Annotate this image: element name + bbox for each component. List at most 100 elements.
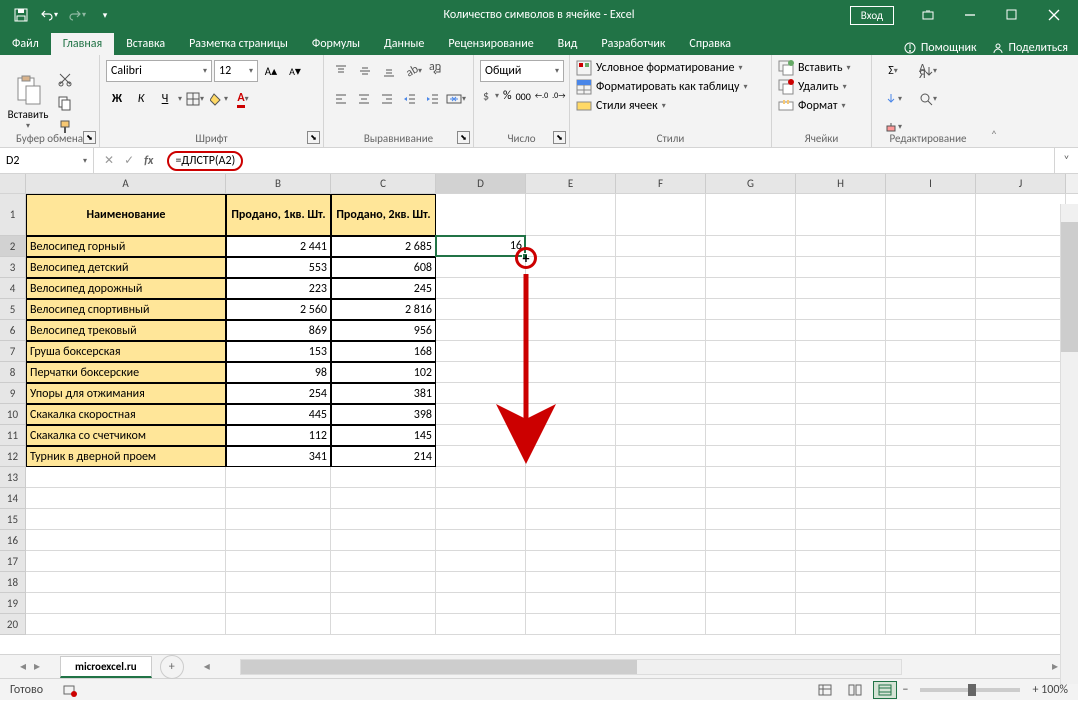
cell[interactable] — [886, 341, 976, 362]
cell[interactable] — [436, 194, 526, 236]
dialog-launcher-icon[interactable]: ⬊ — [83, 131, 96, 144]
vertical-scrollbar[interactable] — [1060, 204, 1078, 684]
cell[interactable] — [616, 509, 706, 530]
row-header[interactable]: 5 — [0, 299, 26, 320]
cell[interactable] — [796, 236, 886, 257]
cell[interactable]: 102 — [331, 362, 436, 383]
cell[interactable] — [886, 299, 976, 320]
ribbon-options-icon[interactable] — [908, 0, 948, 30]
row-header[interactable]: 20 — [0, 614, 26, 635]
column-header[interactable]: H — [796, 174, 886, 193]
cell[interactable] — [976, 278, 1066, 299]
row-header[interactable]: 19 — [0, 593, 26, 614]
cell[interactable] — [331, 593, 436, 614]
cell[interactable]: 398 — [331, 404, 436, 425]
cell[interactable] — [226, 593, 331, 614]
cell[interactable] — [796, 614, 886, 635]
cell[interactable] — [976, 320, 1066, 341]
align-left-icon[interactable] — [330, 88, 351, 110]
cell[interactable] — [886, 194, 976, 236]
tab-главная[interactable]: Главная — [51, 33, 114, 55]
spreadsheet-grid[interactable]: ABCDEFGHIJ 1НаименованиеПродано, 1кв. Шт… — [0, 174, 1078, 654]
cell[interactable] — [436, 257, 526, 278]
tab-данные[interactable]: Данные — [372, 33, 436, 55]
cell[interactable] — [616, 551, 706, 572]
cell[interactable] — [331, 551, 436, 572]
conditional-formatting-button[interactable]: Условное форматирование▾ — [576, 60, 765, 76]
column-header[interactable]: B — [226, 174, 331, 193]
format-cells-button[interactable]: Формат▾ — [778, 98, 865, 114]
cell[interactable] — [886, 362, 976, 383]
cell[interactable] — [26, 551, 226, 572]
cell[interactable]: 16 — [436, 236, 526, 257]
row-header[interactable]: 3 — [0, 257, 26, 278]
cell[interactable] — [886, 425, 976, 446]
row-header[interactable]: 15 — [0, 509, 26, 530]
cell[interactable]: Велосипед спортивный — [26, 299, 226, 320]
row-header[interactable]: 4 — [0, 278, 26, 299]
cell[interactable] — [976, 425, 1066, 446]
signin-button[interactable]: Вход — [850, 6, 894, 25]
page-break-view-icon[interactable] — [873, 681, 897, 699]
cell[interactable]: Упоры для отжимания — [26, 383, 226, 404]
cell[interactable] — [526, 551, 616, 572]
cell[interactable] — [526, 614, 616, 635]
tab-формулы[interactable]: Формулы — [300, 33, 372, 55]
cell[interactable] — [706, 383, 796, 404]
cell[interactable] — [526, 572, 616, 593]
cell[interactable] — [886, 488, 976, 509]
cell[interactable]: 214 — [331, 446, 436, 467]
cell[interactable] — [796, 383, 886, 404]
cell[interactable] — [796, 593, 886, 614]
increase-decimal-icon[interactable]: ←.0 — [534, 85, 549, 107]
undo-icon[interactable]: ▾ — [36, 2, 62, 28]
cell[interactable] — [616, 446, 706, 467]
decrease-decimal-icon[interactable]: .0→ — [551, 85, 566, 107]
cell[interactable] — [796, 425, 886, 446]
cancel-formula-icon[interactable]: ✕ — [104, 153, 114, 168]
column-header[interactable]: J — [976, 174, 1066, 193]
column-header[interactable]: G — [706, 174, 796, 193]
sheet-tab-active[interactable]: microexcel.ru — [60, 656, 152, 678]
cell[interactable] — [526, 320, 616, 341]
cell[interactable] — [796, 257, 886, 278]
share-button[interactable]: Поделиться — [991, 41, 1068, 55]
cell[interactable]: Велосипед горный — [26, 236, 226, 257]
cell[interactable] — [706, 446, 796, 467]
row-header[interactable]: 7 — [0, 341, 26, 362]
cell[interactable] — [706, 194, 796, 236]
cell[interactable] — [976, 404, 1066, 425]
cell[interactable] — [226, 467, 331, 488]
cell[interactable] — [616, 194, 706, 236]
number-format-select[interactable]: Общий▾ — [480, 60, 564, 82]
cell[interactable] — [436, 593, 526, 614]
cell[interactable] — [706, 467, 796, 488]
tab-рецензирование[interactable]: Рецензирование — [436, 33, 545, 55]
cell[interactable]: Скакалка со счетчиком — [26, 425, 226, 446]
cell[interactable] — [886, 467, 976, 488]
cell[interactable] — [526, 236, 616, 257]
column-header[interactable]: F — [616, 174, 706, 193]
cell[interactable] — [26, 467, 226, 488]
fill-color-icon[interactable]: ▾ — [208, 88, 230, 110]
cell[interactable] — [796, 362, 886, 383]
underline-button[interactable]: Ч — [154, 88, 176, 110]
cell[interactable]: Наименование — [26, 194, 226, 236]
cell[interactable] — [796, 299, 886, 320]
increase-font-icon[interactable]: A▴ — [260, 60, 282, 82]
merge-center-icon[interactable]: ▾ — [445, 88, 467, 110]
italic-button[interactable]: К — [130, 88, 152, 110]
cell[interactable] — [796, 404, 886, 425]
cell[interactable]: 341 — [226, 446, 331, 467]
cell[interactable]: 112 — [226, 425, 331, 446]
cell[interactable]: 869 — [226, 320, 331, 341]
cell[interactable] — [436, 509, 526, 530]
row-header[interactable]: 10 — [0, 404, 26, 425]
cell[interactable] — [26, 488, 226, 509]
cell[interactable] — [796, 572, 886, 593]
delete-cells-button[interactable]: Удалить▾ — [778, 79, 865, 95]
fx-icon[interactable]: fx — [144, 154, 153, 168]
column-header[interactable]: A — [26, 174, 226, 193]
cell[interactable] — [436, 467, 526, 488]
cell[interactable] — [976, 194, 1066, 236]
